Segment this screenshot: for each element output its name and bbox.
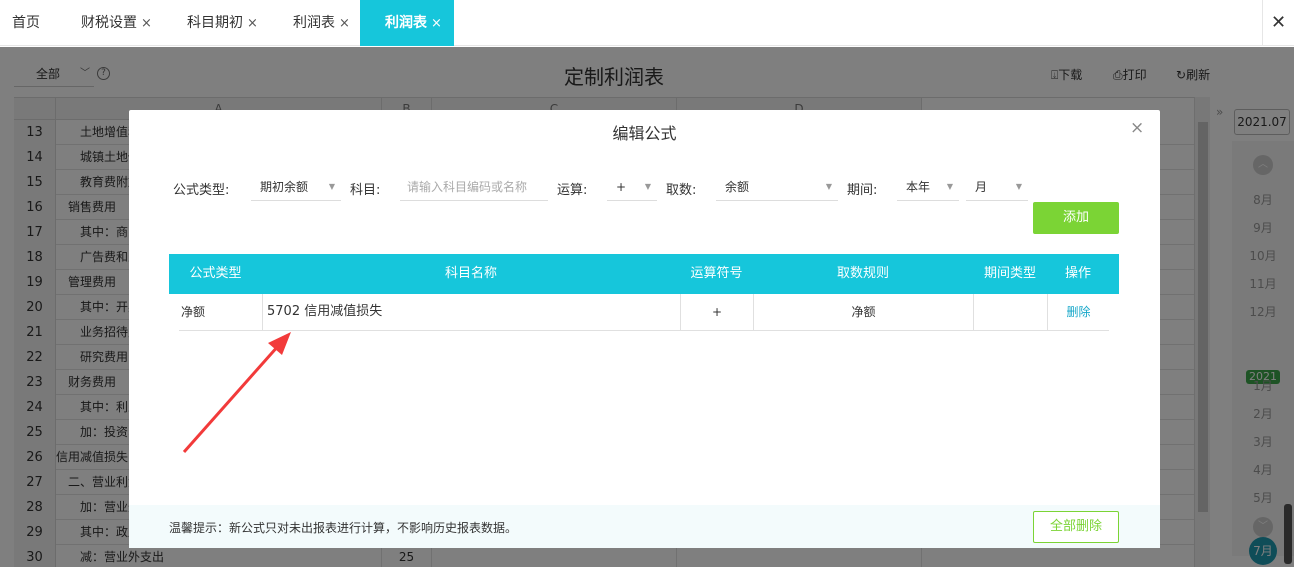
close-icon[interactable]: × — [431, 16, 442, 31]
close-icon[interactable]: × — [339, 16, 350, 31]
tab-income-statement-label: 利润表 — [293, 15, 335, 31]
tab-opening-balance[interactable]: 科目期初 × — [187, 0, 258, 46]
close-icon[interactable]: × — [247, 16, 258, 31]
close-all-tabs-icon[interactable]: ✕ — [1262, 0, 1294, 46]
tab-bar: 首页 财税设置 × 科目期初 × 利润表 × 利润表 × ✕ — [0, 0, 1294, 46]
arrow-shaft — [182, 344, 281, 453]
edit-formula-dialog: 编辑公式 × 公式类型: 期初余额 ▼ 科目: 请输入科目编码或名称 运算: + ▼… — [129, 110, 1160, 548]
tab-income-statement[interactable]: 利润表 × — [293, 0, 350, 46]
tab-tax-settings[interactable]: 财税设置 × — [81, 0, 152, 46]
delete-all-button[interactable]: 全部删除 — [1033, 511, 1119, 543]
tab-active-label: 利润表 — [385, 15, 427, 31]
annotation-arrow — [182, 332, 291, 453]
close-icon[interactable]: × — [141, 16, 152, 31]
dialog-footer: 温馨提示：新公式只对未出报表进行计算，不影响历史报表数据。 全部删除 — [129, 505, 1160, 548]
tab-home[interactable]: 首页 — [12, 0, 40, 46]
tab-tax-settings-label: 财税设置 — [81, 15, 137, 31]
tab-opening-balance-label: 科目期初 — [187, 15, 243, 31]
tab-home-label: 首页 — [12, 15, 40, 31]
tab-income-statement-active[interactable]: 利润表 × — [360, 0, 454, 46]
tip-text: 温馨提示：新公式只对未出报表进行计算，不影响历史报表数据。 — [169, 521, 518, 535]
